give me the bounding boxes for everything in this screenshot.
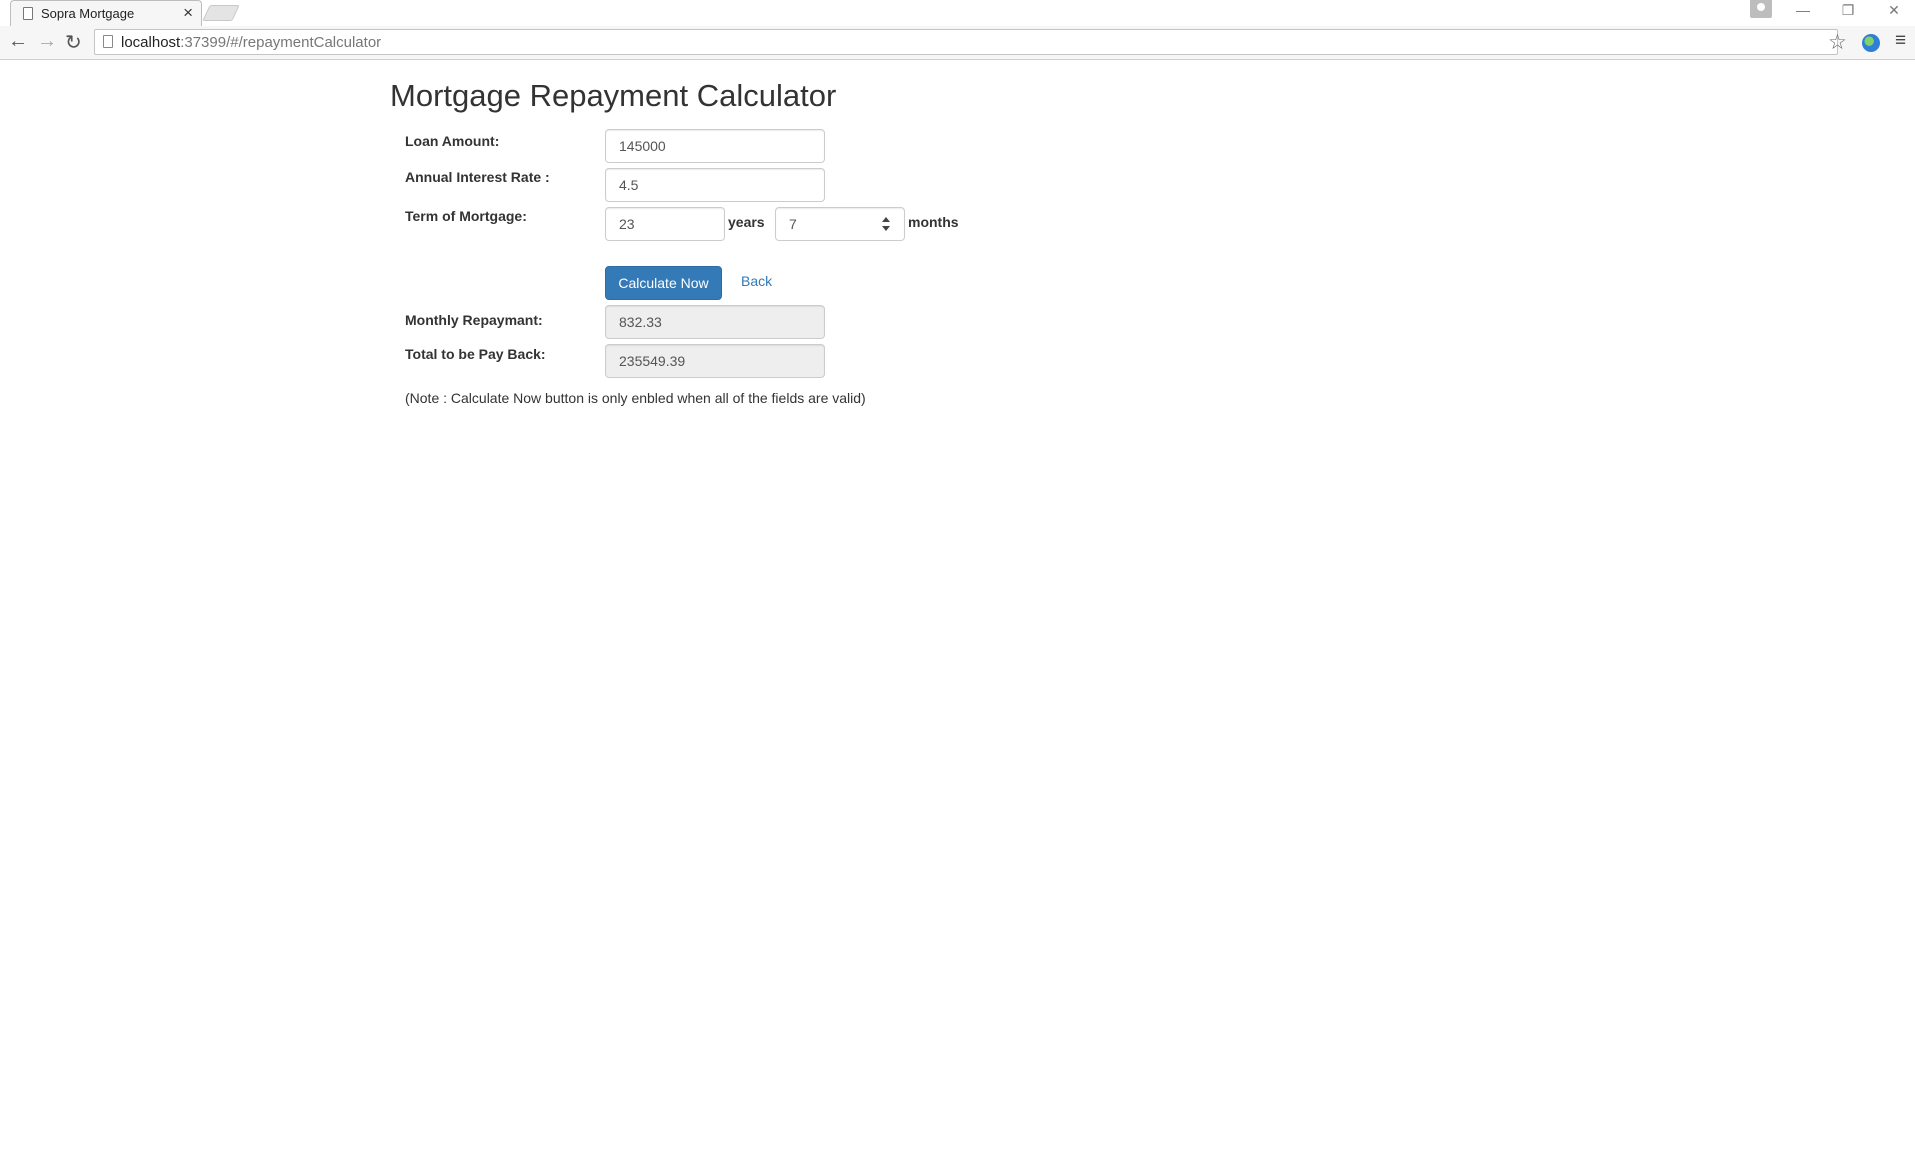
new-tab-button[interactable] [202, 5, 240, 21]
back-arrow-icon[interactable]: ← [8, 30, 28, 53]
reload-icon[interactable]: ↻ [65, 30, 82, 55]
term-years-input[interactable]: 23 [605, 207, 725, 241]
interest-rate-input[interactable]: 4.5 [605, 168, 825, 202]
years-unit-label: years [728, 214, 765, 230]
close-window-icon[interactable]: ✕ [1882, 2, 1906, 19]
term-label: Term of Mortgage: [405, 208, 527, 224]
tab-title: Sopra Mortgage [41, 6, 135, 21]
interest-rate-label: Annual Interest Rate : [405, 169, 550, 185]
months-unit-label: months [908, 214, 959, 230]
total-payback-label: Total to be Pay Back: [405, 346, 546, 362]
url-text[interactable]: localhost:37399/#/repaymentCalculator [121, 34, 381, 51]
browser-tab[interactable]: Sopra Mortgage × [10, 0, 202, 26]
restore-icon[interactable]: ❐ [1836, 2, 1860, 19]
minimize-icon[interactable]: — [1791, 2, 1815, 18]
browser-menu-icon[interactable]: ≡ [1895, 30, 1906, 52]
tab-close-icon[interactable]: × [183, 3, 193, 23]
forward-arrow-icon[interactable]: → [37, 30, 57, 53]
extension-globe-icon[interactable] [1862, 34, 1880, 52]
profile-icon[interactable] [1750, 0, 1772, 18]
total-payback-output: 235549.39 [605, 344, 825, 378]
bookmark-star-icon[interactable]: ☆ [1828, 30, 1847, 55]
page-icon [23, 7, 33, 20]
spinner-arrows-icon[interactable] [882, 214, 892, 234]
loan-amount-input[interactable]: 145000 [605, 129, 825, 163]
loan-amount-label: Loan Amount: [405, 133, 500, 149]
term-months-input[interactable]: 7 [775, 207, 905, 241]
spin-up-icon[interactable] [882, 217, 890, 222]
back-link[interactable]: Back [741, 273, 772, 289]
url-path: :37399/#/repaymentCalculator [180, 34, 382, 51]
page-info-icon[interactable] [103, 35, 113, 48]
validation-note: (Note : Calculate Now button is only enb… [405, 390, 866, 406]
calculate-now-button[interactable]: Calculate Now [605, 266, 722, 300]
term-months-value: 7 [789, 216, 797, 232]
monthly-repayment-label: Monthly Repaymant: [405, 312, 543, 328]
monthly-repayment-output: 832.33 [605, 305, 825, 339]
url-host: localhost [121, 34, 181, 51]
address-bar[interactable]: localhost:37399/#/repaymentCalculator [94, 29, 1838, 55]
browser-toolbar: ← → ↻ localhost:37399/#/repaymentCalcula… [0, 26, 1915, 60]
browser-titlebar: Sopra Mortgage × — ❐ ✕ [0, 0, 1915, 26]
page-title: Mortgage Repayment Calculator [390, 78, 837, 113]
spin-down-icon[interactable] [882, 226, 890, 231]
